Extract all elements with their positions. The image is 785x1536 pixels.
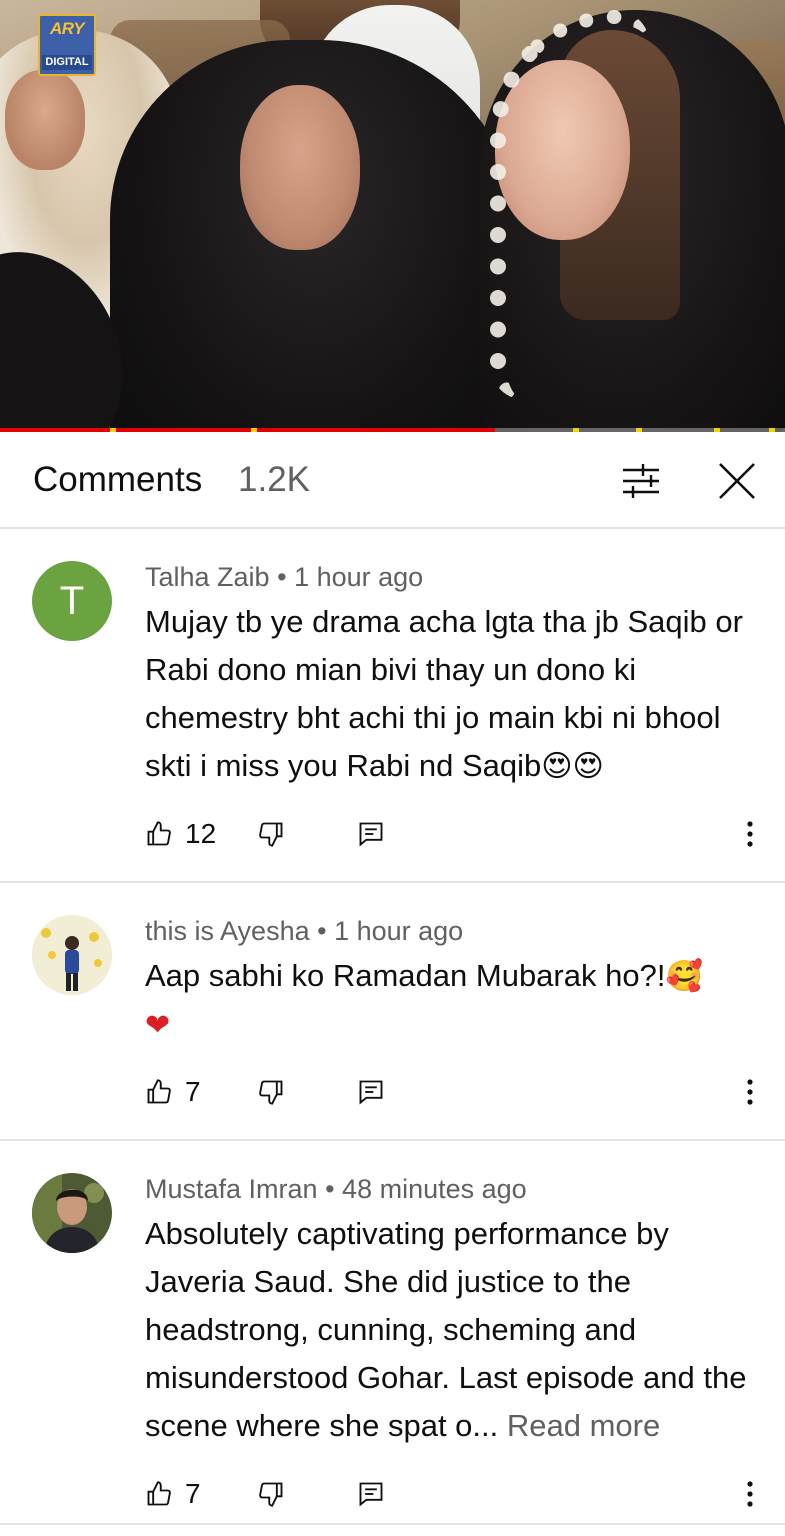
- sort-filter-button[interactable]: [614, 457, 668, 505]
- emoji-smiling-hearts: 🥰: [665, 959, 703, 994]
- avatar[interactable]: [32, 1173, 112, 1253]
- more-options-button[interactable]: [735, 812, 765, 856]
- comment-meta: this is Ayesha • 1 hour ago: [145, 915, 463, 947]
- thumbs-down-icon: [259, 1482, 283, 1507]
- like-button[interactable]: [145, 812, 173, 856]
- comment-meta: Talha Zaib • 1 hour ago: [145, 561, 423, 593]
- comment-thread: Mustafa Imran • 48 minutes ago Absolutel…: [0, 1143, 785, 1525]
- channel-logo: ARY DIGITAL: [38, 14, 96, 76]
- comment-actions: 7: [145, 1070, 765, 1114]
- sliders-icon: [623, 464, 659, 498]
- avatar-photo: [32, 915, 112, 995]
- avatar-letter: T: [59, 578, 85, 623]
- reply-button[interactable]: [357, 812, 385, 856]
- video-progress-bar[interactable]: [0, 428, 785, 432]
- comment-thread: T Talha Zaib • 1 hour ago Mujay tb ye dr…: [0, 531, 785, 883]
- comments-title: Comments: [33, 460, 203, 499]
- more-options-button[interactable]: [735, 1070, 765, 1114]
- thumbs-down-icon: [259, 1080, 283, 1105]
- comment-text: Mujay tb ye drama acha lgta tha jb Saqib…: [145, 598, 755, 791]
- meta-separator: •: [325, 1174, 343, 1204]
- comments-header: Comments 1.2K: [0, 433, 785, 529]
- avatar[interactable]: T: [32, 561, 112, 641]
- thumbs-down-icon: [259, 822, 283, 847]
- comments-count: 1.2K: [238, 460, 310, 499]
- comment-time: 1 hour ago: [334, 916, 464, 946]
- comment-author[interactable]: Talha Zaib: [145, 562, 270, 592]
- close-comments-button[interactable]: [710, 457, 764, 505]
- emoji-heart-eyes: 😍😍: [541, 749, 604, 784]
- comment-body: Mujay tb ye drama acha lgta tha jb Saqib…: [145, 604, 743, 783]
- chapter-marker: [635, 428, 642, 432]
- more-vert-icon: [747, 821, 753, 847]
- meta-separator: •: [317, 916, 335, 946]
- avatar[interactable]: [32, 915, 112, 995]
- comment-body: Aap sabhi ko Ramadan Mubarak ho?!: [145, 958, 666, 993]
- more-vert-icon: [747, 1481, 753, 1507]
- like-count: 12: [185, 818, 217, 849]
- read-more-link[interactable]: Read more: [507, 1408, 660, 1443]
- reply-button[interactable]: [357, 1472, 385, 1516]
- comment-text: Aap sabhi ko Ramadan Mubarak ho?!🥰 ❤: [145, 952, 735, 1050]
- comment-author[interactable]: this is Ayesha: [145, 916, 310, 946]
- comment-actions: 7: [145, 1472, 765, 1516]
- thumbs-up-icon: [147, 821, 171, 846]
- dislike-button[interactable]: [257, 1070, 285, 1114]
- comment-text: Absolutely captivating performance by Ja…: [145, 1210, 765, 1450]
- avatar-photo: [32, 1173, 112, 1253]
- comment-thread: this is Ayesha • 1 hour ago Aap sabhi ko…: [0, 885, 785, 1141]
- video-frame-lace-scarf: [490, 10, 650, 400]
- comment-time: 1 hour ago: [294, 562, 424, 592]
- reply-icon: [359, 1482, 383, 1507]
- dislike-button[interactable]: [257, 1472, 285, 1516]
- reply-icon: [359, 822, 383, 847]
- chapter-marker: [714, 428, 721, 432]
- comment-actions: 12: [145, 812, 765, 856]
- thumbs-up-icon: [147, 1079, 171, 1104]
- emoji-red-heart: ❤: [145, 1008, 171, 1043]
- comment-meta: Mustafa Imran • 48 minutes ago: [145, 1173, 527, 1205]
- channel-logo-text: ARY: [49, 19, 85, 38]
- reply-button[interactable]: [357, 1070, 385, 1114]
- more-options-button[interactable]: [735, 1472, 765, 1516]
- comment-author[interactable]: Mustafa Imran: [145, 1174, 318, 1204]
- reply-icon: [359, 1080, 383, 1105]
- video-frame-face: [240, 85, 360, 250]
- video-progress-fill: [0, 428, 495, 432]
- like-count: 7: [185, 1478, 201, 1509]
- chapter-marker: [573, 428, 580, 432]
- like-button[interactable]: [145, 1070, 173, 1114]
- video-frame-face: [5, 70, 85, 170]
- chapter-marker: [109, 428, 116, 432]
- comment-time: 48 minutes ago: [342, 1174, 527, 1204]
- video-player[interactable]: ARY DIGITAL: [0, 0, 785, 432]
- close-icon: [719, 463, 755, 499]
- like-button[interactable]: [145, 1472, 173, 1516]
- chapter-marker: [769, 428, 776, 432]
- thumbs-up-icon: [147, 1481, 171, 1506]
- like-count: 7: [185, 1076, 201, 1107]
- meta-separator: •: [277, 562, 295, 592]
- dislike-button[interactable]: [257, 812, 285, 856]
- more-vert-icon: [747, 1079, 753, 1105]
- chapter-marker: [251, 428, 258, 432]
- channel-logo-subtext: DIGITAL: [42, 55, 92, 70]
